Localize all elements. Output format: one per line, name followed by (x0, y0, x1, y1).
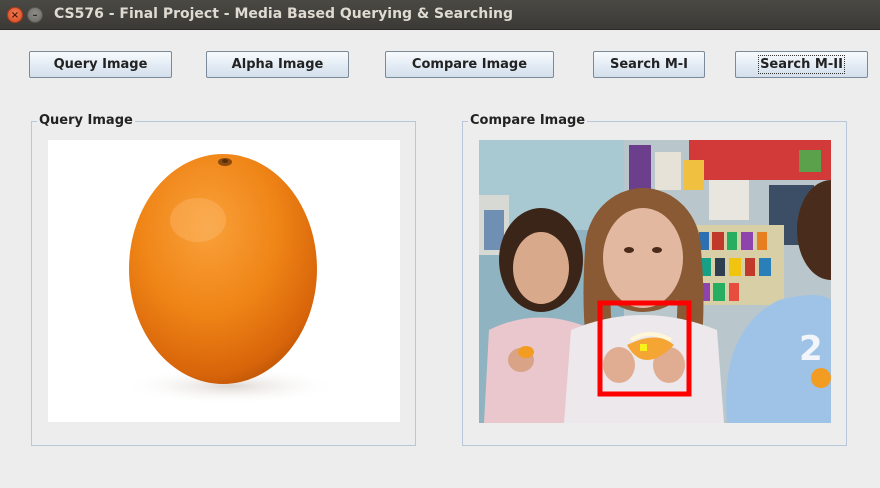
search-m2-button-label: Search M-II (758, 55, 845, 74)
query-image-button-label: Query Image (53, 57, 148, 72)
window-title: CS576 - Final Project - Media Based Quer… (54, 6, 514, 22)
compare-image-button-label: Compare Image (411, 57, 528, 72)
compare-image-view: 2 (479, 140, 831, 423)
alpha-image-button-label: Alpha Image (231, 57, 324, 72)
compare-panel-title: Compare Image (468, 113, 588, 128)
orange-photo (122, 154, 338, 404)
search-m2-button[interactable]: Search M-II (735, 51, 868, 78)
search-m1-button-label: Search M-I (609, 57, 689, 72)
query-image-button[interactable]: Query Image (29, 51, 172, 78)
classroom-children-photo: 2 (479, 140, 831, 423)
title-bar: × – CS576 - Final Project - Media Based … (0, 0, 880, 30)
minimize-window-button[interactable]: – (27, 7, 43, 23)
search-m1-button[interactable]: Search M-I (593, 51, 705, 78)
alpha-image-button[interactable]: Alpha Image (206, 51, 349, 78)
query-image-view (48, 140, 400, 422)
svg-text:2: 2 (799, 329, 823, 369)
compare-image-button[interactable]: Compare Image (385, 51, 554, 78)
query-panel-title: Query Image (37, 113, 135, 128)
close-window-button[interactable]: × (7, 7, 23, 23)
